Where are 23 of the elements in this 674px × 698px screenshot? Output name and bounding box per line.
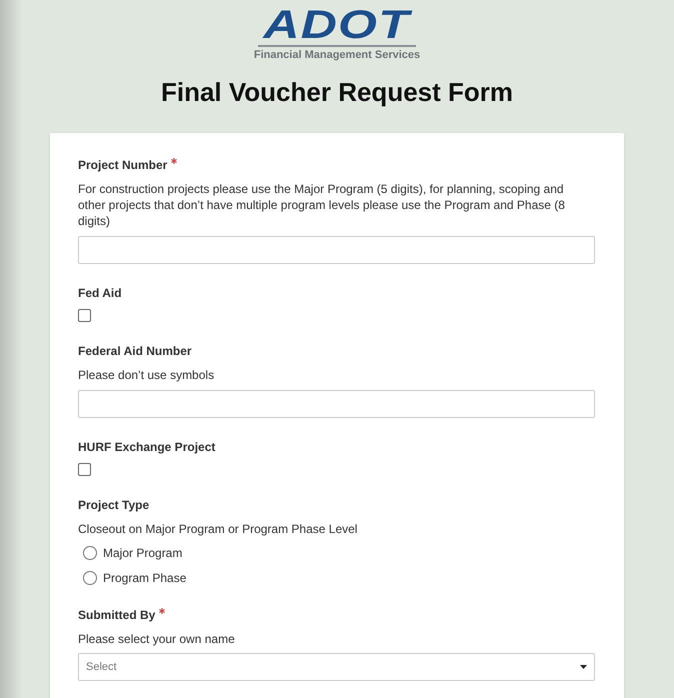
field-description: Please select your own name	[78, 631, 236, 647]
field-label: Fed Aid	[78, 286, 122, 301]
field-label: Federal Aid Number	[78, 344, 192, 359]
logo-wordmark: ADOT	[264, 6, 410, 44]
field-label: Project Number	[78, 158, 168, 173]
input-field[interactable]	[78, 236, 595, 264]
caret-icon	[580, 665, 587, 669]
radio-button[interactable]	[83, 571, 97, 585]
radio-button[interactable]	[83, 546, 97, 560]
field-label: Project Type	[78, 498, 150, 513]
radio-label[interactable]: Program Phase	[103, 570, 186, 586]
radio-label[interactable]: Major Program	[103, 545, 182, 561]
input-field[interactable]	[78, 390, 595, 418]
field-label: HURF Exchange Project	[78, 440, 216, 455]
form-title: Final Voucher Request Form	[160, 76, 513, 108]
field-description: For construction projects please use the Major Program (5 digits), for planning, scoping and other projects that don’t have multiple program levels please use the Program and Phase (8 digits)	[78, 181, 566, 229]
logo-subtitle: Financial Management Services	[254, 48, 420, 62]
checkbox[interactable]	[78, 463, 91, 476]
select-dropdown[interactable]: Select	[78, 653, 595, 681]
field-label: Submitted By	[78, 608, 156, 623]
field-description: Closeout on Major Program or Program Phase Level	[78, 521, 358, 537]
field-description: Please don’t use symbols	[78, 367, 216, 383]
checkbox[interactable]	[78, 309, 91, 322]
